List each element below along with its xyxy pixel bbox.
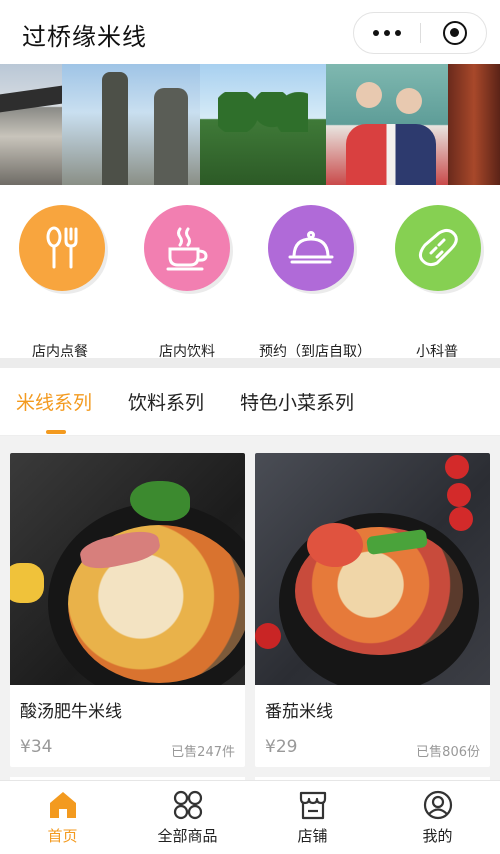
mini-program-capsule	[353, 12, 487, 54]
bottom-tab-bar: 首页 全部商品 店铺 我的	[0, 780, 500, 854]
product-image	[10, 453, 245, 685]
product-image	[255, 453, 490, 685]
banner-image-ethnic-couple	[326, 64, 448, 185]
nav-label: 店铺	[297, 827, 328, 845]
product-grid: 酸汤肥牛米线 ¥34 已售247件 番茄米线 ¥29 已售806份	[0, 436, 500, 785]
target-icon[interactable]	[443, 21, 467, 45]
nav-profile[interactable]: 我的	[375, 789, 500, 851]
banner-carousel[interactable]	[0, 64, 500, 185]
coffee-cup-icon	[144, 205, 230, 291]
bread-icon	[395, 205, 481, 291]
capsule-divider	[420, 23, 421, 43]
tab-side-dishes[interactable]: 特色小菜系列	[240, 388, 354, 415]
tab-rice-noodles[interactable]: 米线系列	[16, 388, 92, 415]
home-icon	[49, 792, 76, 818]
more-dots-icon[interactable]	[354, 13, 420, 53]
spoon-fork-icon	[19, 205, 105, 291]
category-section: 店内点餐 店内饮料 预约（到店自取） 小科普	[0, 185, 500, 360]
product-sold-count: 已售806份	[416, 745, 480, 760]
nav-home[interactable]: 首页	[0, 789, 125, 851]
product-sold-count: 已售247件	[171, 745, 235, 760]
banner-image-stone-forest	[62, 64, 200, 185]
nav-label: 首页	[47, 827, 78, 845]
nav-label: 全部商品	[157, 827, 218, 845]
product-tabs: 米线系列 饮料系列 特色小菜系列	[0, 368, 500, 436]
category-science[interactable]: 小科普	[377, 205, 497, 360]
category-dine-in[interactable]: 店内点餐	[0, 205, 120, 360]
product-name: 番茄米线	[265, 702, 333, 722]
product-price: ¥34	[20, 737, 53, 757]
top-bar: 过桥缘米线	[0, 0, 500, 64]
nav-label: 我的	[422, 827, 453, 845]
banner-image-ancient-town	[0, 64, 62, 185]
user-icon	[423, 790, 452, 820]
banner-image-interior	[448, 64, 500, 185]
page-title: 过桥缘米线	[22, 23, 147, 51]
nav-all-products[interactable]: 全部商品	[125, 789, 250, 851]
tab-drinks[interactable]: 饮料系列	[128, 388, 204, 415]
food-cloche-icon	[268, 205, 354, 291]
product-card[interactable]: 番茄米线 ¥29 已售806份	[255, 453, 490, 767]
category-drinks[interactable]: 店内饮料	[127, 205, 247, 360]
section-divider	[0, 358, 500, 368]
product-name: 酸汤肥牛米线	[20, 702, 122, 722]
product-price: ¥29	[265, 737, 298, 757]
banner-image-palm-trees	[200, 64, 326, 185]
active-tab-indicator	[46, 430, 66, 434]
product-card[interactable]: 酸汤肥牛米线 ¥34 已售247件	[10, 453, 245, 767]
grid-icon	[173, 790, 202, 820]
category-reservation[interactable]: 预约（到店自取）	[250, 205, 380, 360]
store-icon	[299, 791, 326, 820]
nav-store[interactable]: 店铺	[250, 789, 375, 851]
